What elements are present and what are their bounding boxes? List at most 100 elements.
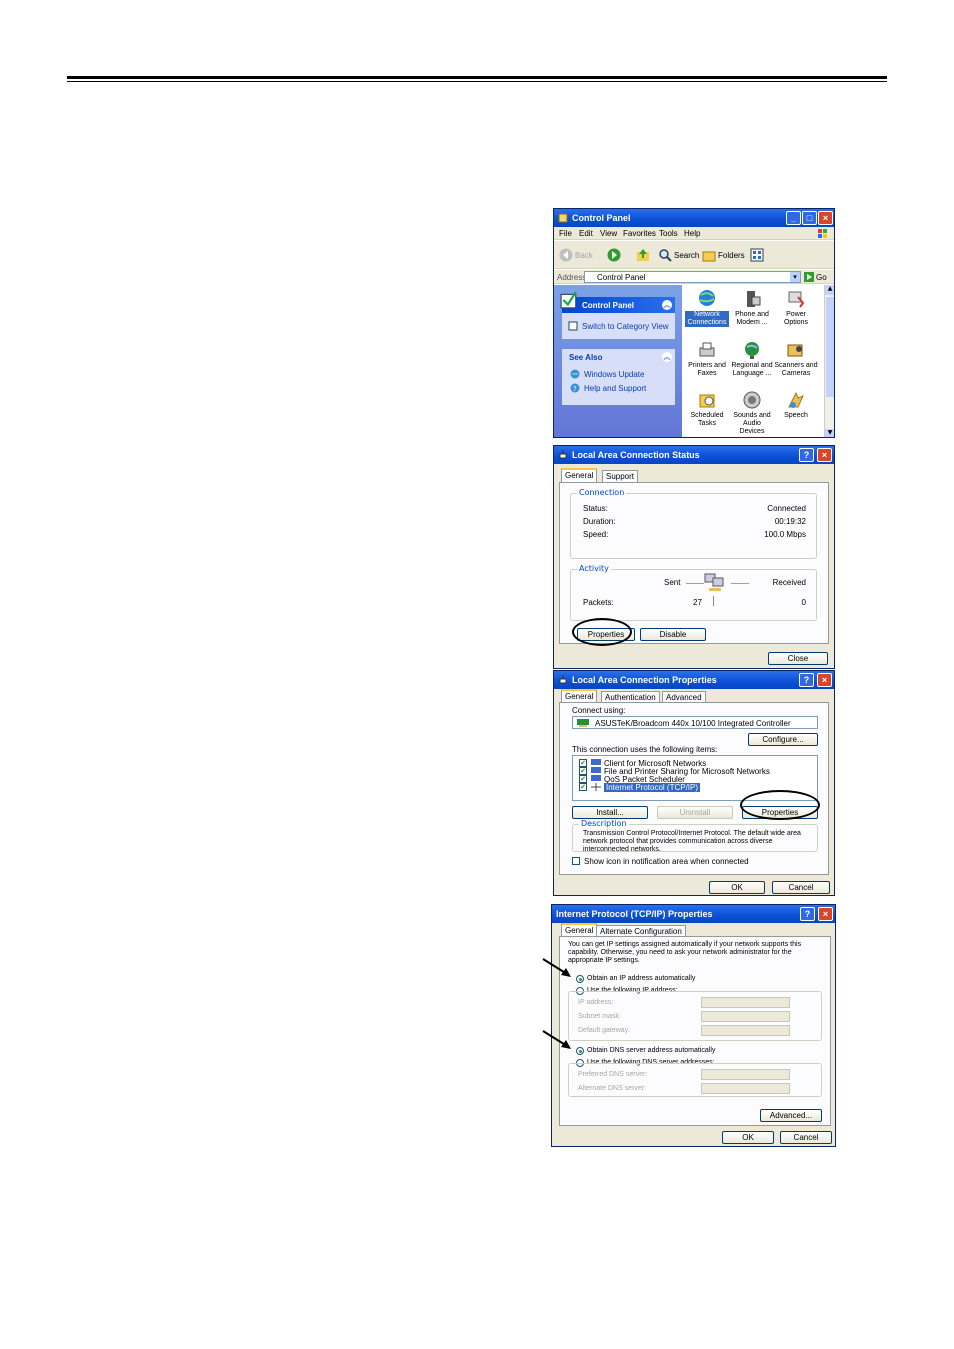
show-icon-label[interactable]: Show icon in notification area when conn… <box>584 857 749 866</box>
item-checkbox[interactable]: ✔ <box>579 767 587 775</box>
maximize-button[interactable]: □ <box>802 211 817 225</box>
duration-value: 00:19:32 <box>774 517 806 526</box>
help-button[interactable]: ? <box>799 673 814 687</box>
icon-item-printers-faxes[interactable]: Printers and Faxes <box>685 340 729 384</box>
show-icon-checkbox[interactable] <box>572 857 580 865</box>
menu-favorites[interactable]: Favorites <box>623 229 656 238</box>
lan-status-titlebar[interactable]: Local Area Connection Status ? × <box>554 446 834 464</box>
icon-item-regional-language[interactable]: Regional and Language ... <box>730 340 774 384</box>
item-checkbox[interactable]: ✔ <box>579 759 587 767</box>
obtain-dns-label[interactable]: Obtain DNS server address automatically <box>587 1047 715 1054</box>
configure-button[interactable]: Configure... <box>748 733 818 746</box>
minimize-button[interactable]: _ <box>786 211 801 225</box>
address-dropdown-icon[interactable]: ▾ <box>790 272 800 282</box>
alternate-dns-field[interactable] <box>701 1083 790 1094</box>
menu-edit[interactable]: Edit <box>579 229 593 238</box>
obtain-dns-radio[interactable] <box>576 1047 584 1055</box>
obtain-ip-label[interactable]: Obtain an IP address automatically <box>587 975 695 982</box>
cancel-button[interactable]: Cancel <box>772 881 830 894</box>
tab-support[interactable]: Support <box>602 470 639 482</box>
go-label[interactable]: Go <box>816 273 827 282</box>
lan-properties-titlebar[interactable]: Local Area Connection Properties ? × <box>554 671 834 689</box>
icon-item-speech[interactable]: Speech <box>774 390 818 434</box>
views-icon[interactable] <box>750 248 764 262</box>
icon-item-scheduled-tasks[interactable]: Scheduled Tasks <box>685 390 729 434</box>
folders-icon[interactable] <box>702 248 716 262</box>
ok-button[interactable]: OK <box>722 1131 774 1144</box>
svg-text:?: ? <box>573 385 577 393</box>
sharing-icon <box>591 767 601 773</box>
cancel-button[interactable]: Cancel <box>780 1131 832 1144</box>
icon-item-scanners-cameras[interactable]: Scanners and Cameras <box>774 340 818 384</box>
close-x-button[interactable]: × <box>818 907 833 921</box>
help-button[interactable]: ? <box>800 907 815 921</box>
windows-update-icon <box>570 369 580 379</box>
header-rule-thin <box>67 81 887 82</box>
ok-button[interactable]: OK <box>709 881 765 894</box>
ip-address-field[interactable] <box>701 997 790 1008</box>
close-button[interactable]: × <box>818 211 833 225</box>
uninstall-button[interactable]: Uninstall <box>657 806 733 819</box>
packets-sent-value: 27 <box>693 598 702 607</box>
icon-grid-scrollbar[interactable]: ▲ ▼ <box>824 285 834 437</box>
menu-view[interactable]: View <box>600 229 617 238</box>
install-button[interactable]: Install... <box>572 806 648 819</box>
network-icon <box>559 450 567 459</box>
control-panel-titlebar[interactable]: Control Panel _ □ × <box>554 209 834 227</box>
help-support-icon: ? <box>570 383 580 393</box>
disable-button[interactable]: Disable <box>640 628 706 641</box>
packets-label: Packets: <box>583 598 614 607</box>
back-arrow-icon[interactable] <box>559 248 573 262</box>
protocol-icon <box>591 783 601 791</box>
go-arrow-icon[interactable] <box>804 272 814 282</box>
toolbar: Back Search Folders <box>554 241 834 269</box>
back-label[interactable]: Back <box>575 251 593 260</box>
menu-file[interactable]: File <box>559 229 572 238</box>
items-label: This connection uses the following items… <box>572 745 718 754</box>
switch-view-icon <box>568 321 578 331</box>
switch-view-link[interactable]: Switch to Category View <box>582 322 669 331</box>
subnet-mask-field[interactable] <box>701 1011 790 1022</box>
item-label-selected[interactable]: Internet Protocol (TCP/IP) <box>604 783 701 792</box>
search-label[interactable]: Search <box>674 251 699 260</box>
icon-label: Network Connections <box>685 311 729 327</box>
advanced-button[interactable]: Advanced... <box>760 1109 822 1122</box>
see-also-collapse-icon[interactable]: ︽ <box>662 352 672 362</box>
folders-label[interactable]: Folders <box>718 251 745 260</box>
window-title: Local Area Connection Status <box>572 450 700 460</box>
arrow-obtain-ip-icon <box>542 958 571 977</box>
received-label: Received <box>772 578 806 587</box>
icon-label: Scanners and Cameras <box>774 362 818 377</box>
menu-help[interactable]: Help <box>684 229 700 238</box>
search-icon[interactable] <box>658 248 672 262</box>
default-gateway-field[interactable] <box>701 1025 790 1036</box>
collapse-chevron-icon[interactable]: ︽ <box>662 300 672 310</box>
item-checkbox[interactable]: ✔ <box>579 783 587 791</box>
menu-bar: File Edit View Favorites Tools Help <box>554 227 834 240</box>
tab-general[interactable]: General <box>561 468 598 482</box>
close-button[interactable]: Close <box>768 652 828 665</box>
tab-general[interactable]: General <box>561 923 598 937</box>
obtain-ip-radio[interactable] <box>576 975 584 983</box>
help-support-link[interactable]: Help and Support <box>584 384 646 393</box>
icon-item-power-options[interactable]: Power Options <box>774 289 818 333</box>
see-also-title: See Also <box>569 353 603 362</box>
tab-general[interactable]: General <box>561 689 598 703</box>
menu-tools[interactable]: Tools <box>659 229 678 238</box>
client-icon <box>591 759 601 765</box>
close-x-button[interactable]: × <box>817 448 832 462</box>
control-panel-check-icon <box>560 291 577 309</box>
item-checkbox[interactable]: ✔ <box>579 775 587 783</box>
icon-item-network-connections[interactable]: Network Connections <box>685 289 729 333</box>
windows-update-link[interactable]: Windows Update <box>584 370 644 379</box>
icon-item-sounds-audio[interactable]: Sounds and Audio Devices <box>730 390 774 435</box>
tcpip-titlebar[interactable]: Internet Protocol (TCP/IP) Properties ? … <box>552 905 835 923</box>
preferred-dns-field[interactable] <box>701 1069 790 1080</box>
icon-item-phone-modem[interactable]: Phone and Modem ... <box>730 289 774 333</box>
address-input[interactable]: Control Panel <box>584 271 801 283</box>
address-label: Address <box>557 273 587 282</box>
close-x-button[interactable]: × <box>817 673 832 687</box>
help-button[interactable]: ? <box>799 448 814 462</box>
up-folder-icon[interactable] <box>636 248 650 262</box>
forward-arrow-icon[interactable] <box>607 248 621 262</box>
